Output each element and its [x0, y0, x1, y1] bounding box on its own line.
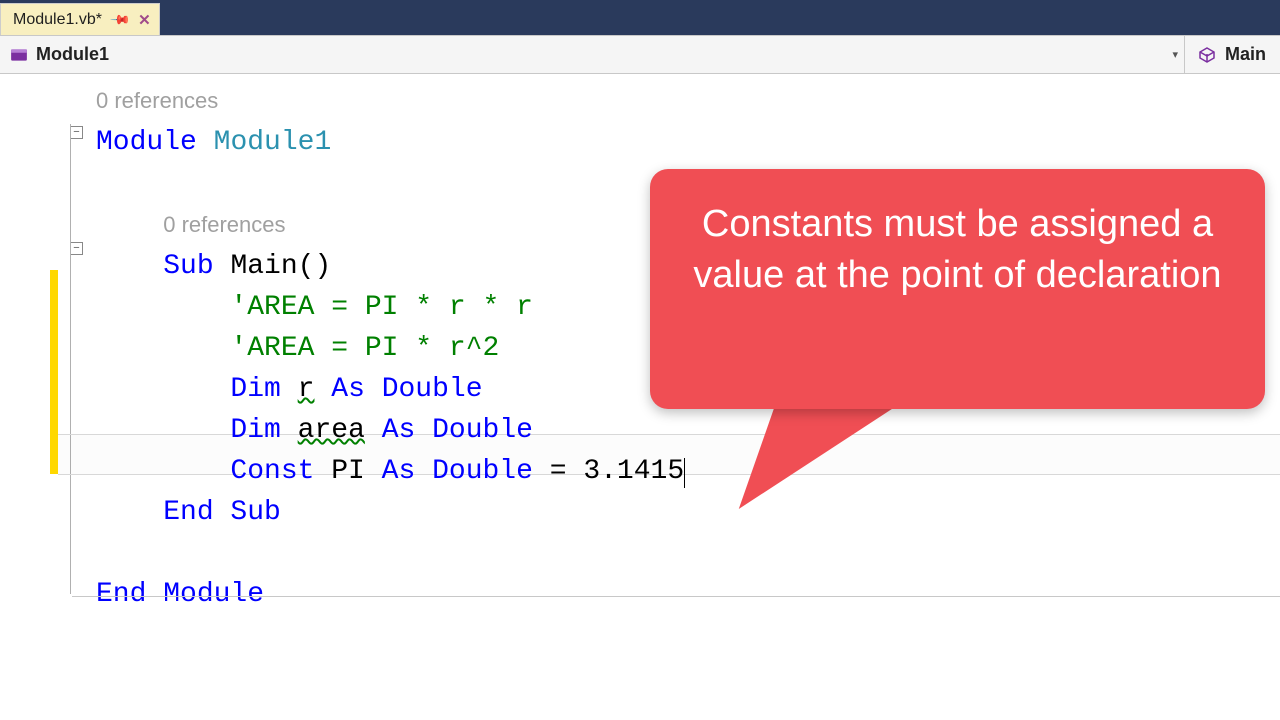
scope-left-text: Module1	[36, 44, 109, 65]
outline-guide	[70, 124, 71, 594]
pin-icon[interactable]: 📌	[109, 8, 132, 31]
scope-dropdown-right[interactable]: Main	[1185, 36, 1280, 73]
module-end-rule	[72, 596, 1280, 597]
close-icon[interactable]: ✕	[138, 11, 151, 29]
editor-window: Module1.vb* 📌 ✕ Module1 ▾ Main − − 0 ref…	[0, 0, 1280, 720]
chevron-down-icon[interactable]: ▾	[1166, 44, 1184, 65]
tab-module1[interactable]: Module1.vb* 📌 ✕	[0, 3, 160, 35]
fold-toggle-sub[interactable]: −	[70, 242, 83, 255]
tab-title: Module1.vb*	[13, 11, 102, 29]
text-caret	[684, 458, 685, 488]
annotation-callout: Constants must be assigned a value at th…	[650, 169, 1265, 409]
navigation-bar: Module1 ▾ Main	[0, 36, 1280, 74]
codelens-sub[interactable]: 0 references	[163, 212, 285, 237]
callout-text: Constants must be assigned a value at th…	[693, 203, 1221, 296]
gutter	[0, 74, 50, 720]
codelens-module[interactable]: 0 references	[96, 88, 218, 113]
fold-toggle-module[interactable]: −	[70, 126, 83, 139]
code-editor[interactable]: − − 0 references Module Module1 0 refere…	[0, 74, 1280, 720]
change-indicator	[50, 270, 58, 474]
scope-dropdown-left[interactable]: Module1 ▾	[0, 36, 1185, 73]
module-icon	[10, 46, 28, 64]
tab-bar: Module1.vb* 📌 ✕	[0, 0, 1280, 36]
method-icon	[1199, 47, 1215, 63]
code-content: 0 references Module Module1 0 references…	[96, 80, 685, 615]
scope-right-text: Main	[1225, 44, 1266, 65]
